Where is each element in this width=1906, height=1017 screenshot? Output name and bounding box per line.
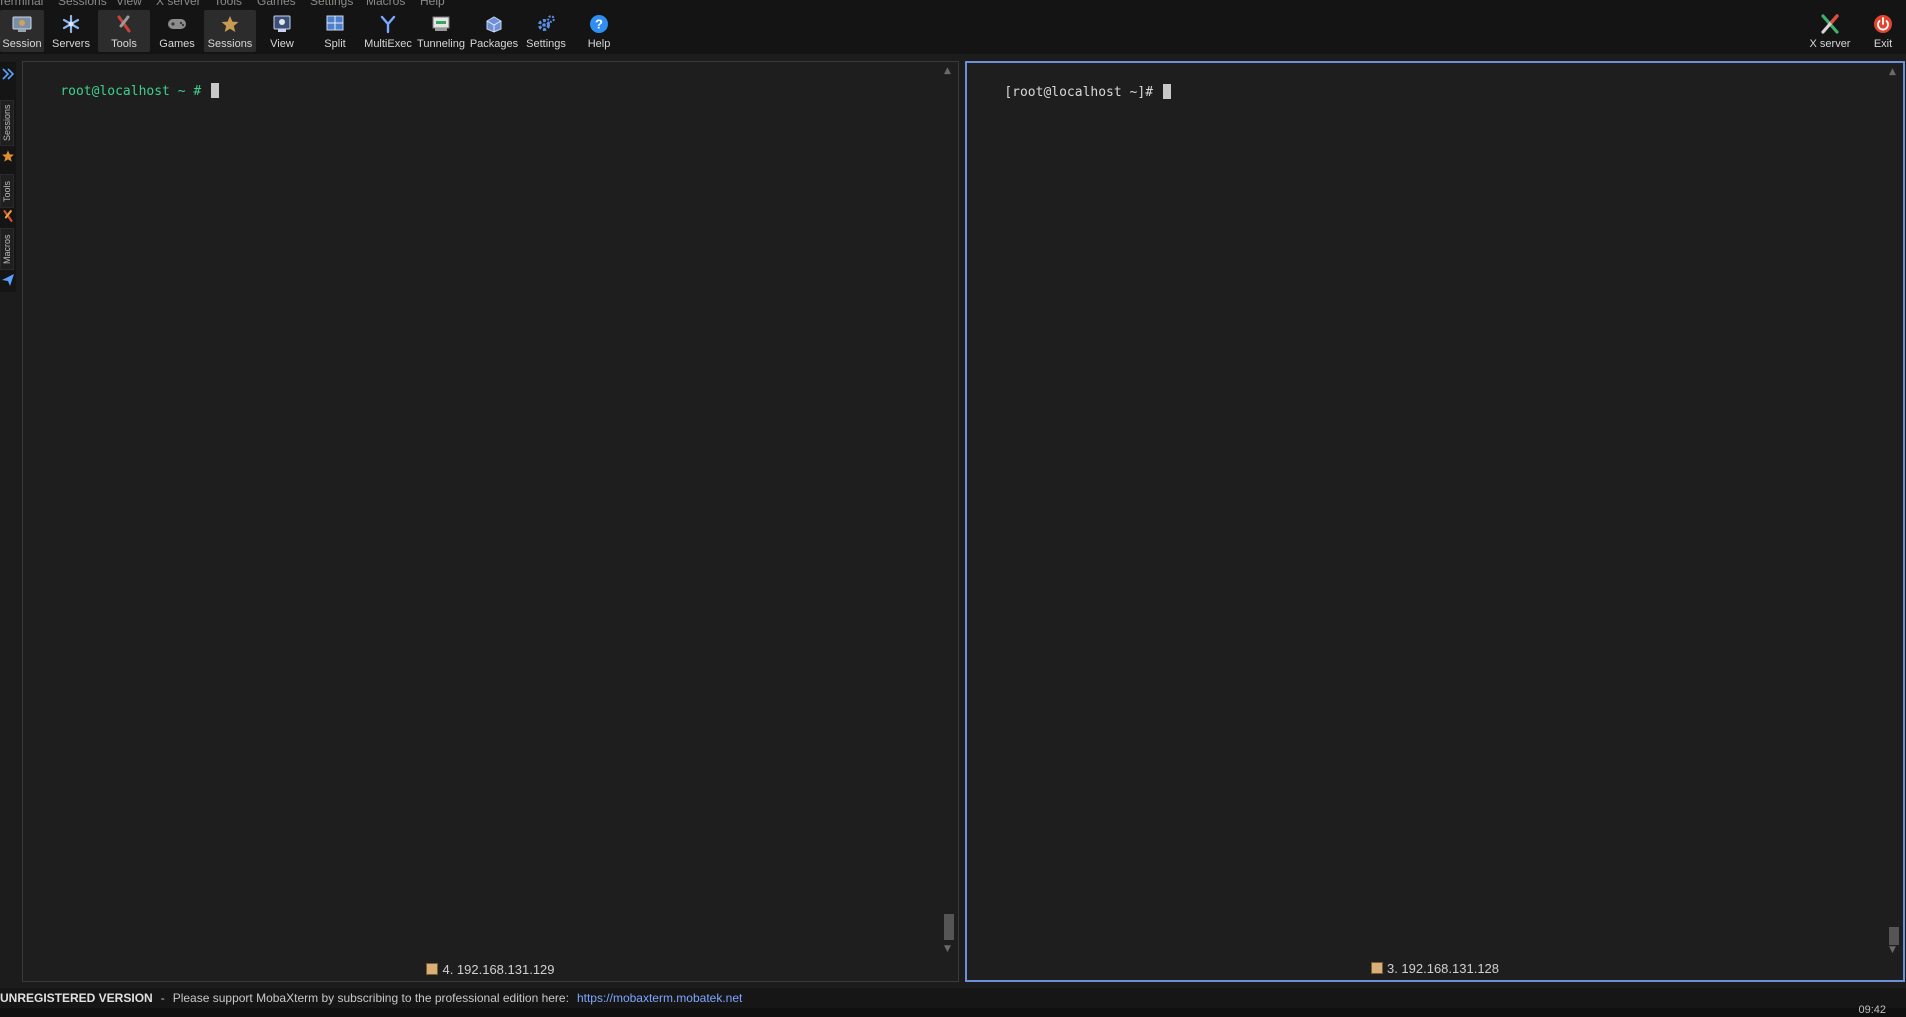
settings-button[interactable]: Settings <box>524 10 568 52</box>
tunneling-button[interactable]: Tunneling <box>416 10 466 52</box>
mobaxterm-link[interactable]: https://mobaxterm.mobatek.net <box>577 991 742 1005</box>
prompt-suffix: ~ # <box>169 84 210 99</box>
menu-terminal[interactable]: Terminal <box>0 0 43 8</box>
menu-macros[interactable]: Macros <box>366 0 405 8</box>
multiexec-icon <box>377 13 399 35</box>
packages-button[interactable]: Packages <box>470 10 518 52</box>
help-button[interactable]: ? Help <box>580 10 618 52</box>
gear-icon <box>535 13 557 35</box>
packages-icon <box>483 13 505 35</box>
split-button[interactable]: Split <box>316 10 354 52</box>
terminal-output[interactable]: root@localhost ~ # <box>29 68 220 114</box>
terminal-pane-left[interactable]: root@localhost ~ # ▲ ▼ 4. 192.168.131.12… <box>22 61 959 982</box>
ssh-session-icon <box>426 963 439 975</box>
menu-xserver[interactable]: X server <box>156 0 201 8</box>
games-button[interactable]: Games <box>156 10 198 52</box>
cursor <box>211 83 220 98</box>
servers-button[interactable]: Servers <box>50 10 92 52</box>
menu-sessions[interactable]: Sessions <box>58 0 107 8</box>
unregistered-label: UNREGISTERED VERSION <box>0 991 153 1005</box>
scrollbar[interactable]: ▲ ▼ <box>1887 65 1901 956</box>
servers-icon <box>60 13 82 35</box>
expand-sidebar-icon[interactable] <box>1 66 15 80</box>
menu-tools[interactable]: Tools <box>214 0 242 8</box>
scroll-down-arrow-icon[interactable]: ▼ <box>944 944 951 954</box>
prompt: [root@localhost ~]# <box>1004 85 1161 100</box>
tunneling-icon <box>430 13 452 35</box>
terminal-output[interactable]: [root@localhost ~]# <box>973 69 1171 115</box>
scroll-up-arrow-icon[interactable]: ▲ <box>944 66 951 76</box>
menu-bar: Terminal Sessions View X server Tools Ga… <box>0 0 1906 8</box>
split-icon <box>324 13 346 35</box>
help-icon: ? <box>588 13 610 35</box>
cursor <box>1162 84 1171 99</box>
menu-games[interactable]: Games <box>257 0 296 8</box>
gamepad-icon <box>166 13 188 35</box>
sidetab-sessions[interactable]: Sessions <box>0 100 14 146</box>
prompt-user: root@localhost <box>60 84 170 99</box>
scrollbar[interactable]: ▲ ▼ <box>942 64 956 957</box>
scroll-down-arrow-icon[interactable]: ▼ <box>1889 945 1896 955</box>
toolbar: Session Servers Tools Games Sessions Vie… <box>0 8 1906 54</box>
svg-text:?: ? <box>595 17 603 32</box>
multiexec-button[interactable]: MultiExec <box>364 10 412 52</box>
pane-status-right: 3. 192.168.131.128 <box>967 958 1903 978</box>
tools-icon <box>1 208 15 222</box>
xserver-icon <box>1819 13 1841 35</box>
exit-button[interactable]: Exit <box>1866 10 1900 52</box>
support-message: Please support MobaXterm by subscribing … <box>172 991 569 1005</box>
tools-icon <box>113 13 135 35</box>
pane-status-left: 4. 192.168.131.129 <box>23 959 958 979</box>
sidetab-macros[interactable]: Macros <box>0 228 14 270</box>
star-icon <box>1 148 15 162</box>
separator: - <box>160 991 165 1005</box>
taskbar: 09:42 <box>0 1004 1906 1017</box>
session-icon <box>11 13 33 35</box>
menu-help[interactable]: Help <box>420 0 445 8</box>
star-icon <box>219 13 241 35</box>
view-button[interactable]: View <box>262 10 302 52</box>
session-button[interactable]: Session <box>0 10 44 52</box>
clock: 09:42 <box>1858 1004 1886 1016</box>
ssh-session-icon <box>1370 962 1383 974</box>
terminal-pane-right[interactable]: [root@localhost ~]# ▲ ▼ 3. 192.168.131.1… <box>965 61 1905 982</box>
side-tabs: Sessions Tools Macros <box>0 62 16 292</box>
sidetab-tools[interactable]: Tools <box>0 174 14 208</box>
tools-button[interactable]: Tools <box>98 10 150 52</box>
sessions-button[interactable]: Sessions <box>204 10 256 52</box>
paper-plane-icon <box>1 272 15 286</box>
xserver-button[interactable]: X server <box>1806 10 1854 52</box>
scroll-thumb[interactable] <box>944 914 954 940</box>
scroll-up-arrow-icon[interactable]: ▲ <box>1889 67 1896 77</box>
scroll-thumb[interactable] <box>1889 927 1899 945</box>
power-icon <box>1872 13 1894 35</box>
view-icon <box>271 13 293 35</box>
status-bar: UNREGISTERED VERSION - Please support Mo… <box>0 988 1906 1008</box>
menu-settings[interactable]: Settings <box>310 0 353 8</box>
menu-view[interactable]: View <box>116 0 142 8</box>
